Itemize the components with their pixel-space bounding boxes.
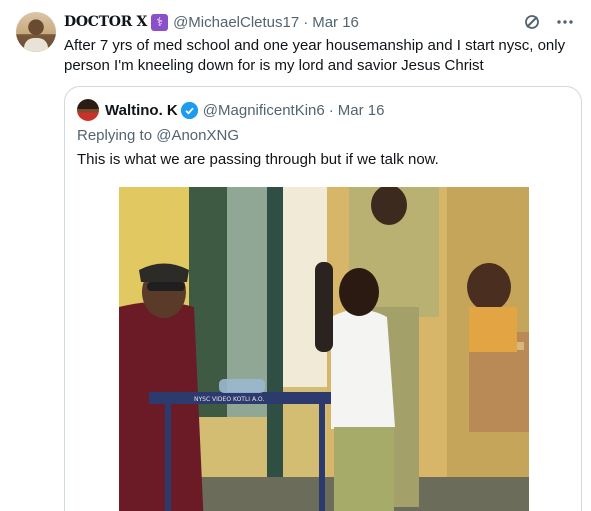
quoted-avatar[interactable]	[77, 99, 99, 121]
user-handle[interactable]: @MichaelCletus17	[173, 14, 299, 31]
affiliate-badge-icon[interactable]: ⚕	[151, 13, 169, 31]
avatar[interactable]	[16, 12, 56, 52]
quoted-tweet[interactable]: Waltino. K @MagnificentKin6 · Mar 16 Rep…	[64, 86, 582, 511]
photo-scene: NYSC VIDEO KOTLI A.O.	[119, 187, 529, 511]
replying-prefix: Replying to	[77, 127, 157, 144]
quoted-display-name[interactable]: Waltino. K	[105, 102, 178, 119]
quoted-tweet-text: This is what we are passing through but …	[77, 151, 439, 168]
tweet-text: After 7 yrs of med school and one year h…	[64, 37, 566, 74]
tweet[interactable]: DOCTOR X ⚕ @MichaelCletus17 · Mar 16 Aft…	[0, 0, 591, 511]
table-label: NYSC VIDEO KOTLI A.O.	[194, 396, 264, 403]
tweet-timestamp[interactable]: Mar 16	[312, 14, 359, 31]
grok-icon[interactable]	[523, 13, 541, 31]
tweet-header: DOCTOR X ⚕ @MichaelCletus17 · Mar 16	[64, 12, 359, 32]
replying-to: Replying to @AnonXNG	[77, 127, 239, 144]
verified-icon	[180, 101, 198, 119]
separator-dot: ·	[328, 101, 334, 119]
display-name[interactable]: DOCTOR X	[64, 14, 147, 30]
quoted-user-handle[interactable]: @MagnificentKin6	[203, 102, 325, 119]
separator-dot: ·	[303, 13, 309, 31]
quoted-media-photo[interactable]: NYSC VIDEO KOTLI A.O.	[119, 187, 529, 511]
quoted-timestamp[interactable]: Mar 16	[338, 102, 385, 119]
more-icon[interactable]	[555, 12, 575, 32]
quoted-header: Waltino. K @MagnificentKin6 · Mar 16	[105, 100, 384, 120]
tweet-actions	[523, 12, 575, 32]
replying-mention-link[interactable]: @AnonXNG	[156, 127, 239, 144]
